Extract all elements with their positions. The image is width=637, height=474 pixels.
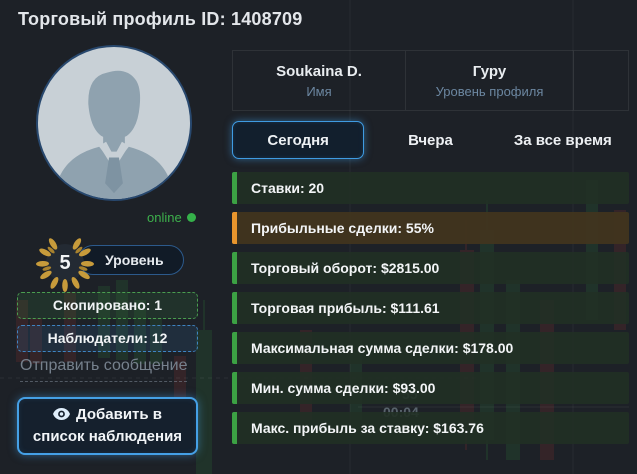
info-cell-name: Soukaina D. Имя <box>233 51 406 110</box>
profile-rank: Гуру <box>472 62 507 80</box>
profile-name-label: Имя <box>306 83 332 99</box>
period-tabs: Сегодня Вчера За все время <box>232 121 629 159</box>
online-dot-icon <box>186 213 196 222</box>
level-number: 5 <box>59 251 71 274</box>
info-cell-empty <box>574 51 628 110</box>
person-silhouette-icon <box>53 70 175 199</box>
send-message-link[interactable]: Отправить сообщение <box>20 357 188 382</box>
profile-rank-label: Уровень профиля <box>435 83 544 99</box>
copied-count-badge[interactable]: Скопировано: 1 <box>17 292 198 319</box>
trading-profile-modal: 55 00:04 Торговый профиль ID: 1408709 on… <box>0 0 637 474</box>
tab-today[interactable]: Сегодня <box>232 121 365 159</box>
stat-row-trading-profit: Торговая прибыль: $111.61 <box>232 292 629 324</box>
stat-row-min-trade-amount: Мин. сумма сделки: $93.00 <box>232 372 629 404</box>
watchers-count-badge[interactable]: Наблюдатели: 12 <box>17 325 198 352</box>
stat-row-max-profit-per-bet: Макс. прибыль за ставку: $163.76 <box>232 412 629 444</box>
profile-name: Soukaina D. <box>276 62 362 80</box>
add-to-watchlist-button[interactable]: Добавить в список наблюдения <box>17 397 198 455</box>
stat-row-bets: Ставки: 20 <box>232 172 629 204</box>
online-status: online <box>147 210 196 225</box>
online-status-label: online <box>147 210 182 225</box>
profile-info-table: Soukaina D. Имя Гуру Уровень профиля <box>232 50 629 111</box>
stat-row-max-trade-amount: Максимальная сумма сделки: $178.00 <box>232 332 629 364</box>
tab-all-time[interactable]: За все время <box>497 121 629 159</box>
tab-yesterday[interactable]: Вчера <box>364 121 496 159</box>
info-cell-rank: Гуру Уровень профиля <box>406 51 574 110</box>
page-title: Торговый профиль ID: 1408709 <box>18 9 303 29</box>
avatar <box>36 45 192 201</box>
stat-row-profitable-trades: Прибыльные сделки: 55% <box>232 212 629 244</box>
eye-icon <box>52 407 70 420</box>
stats-list: Ставки: 20 Прибыльные сделки: 55% Торгов… <box>232 172 629 452</box>
stat-row-turnover: Торговый оборот: $2815.00 <box>232 252 629 284</box>
